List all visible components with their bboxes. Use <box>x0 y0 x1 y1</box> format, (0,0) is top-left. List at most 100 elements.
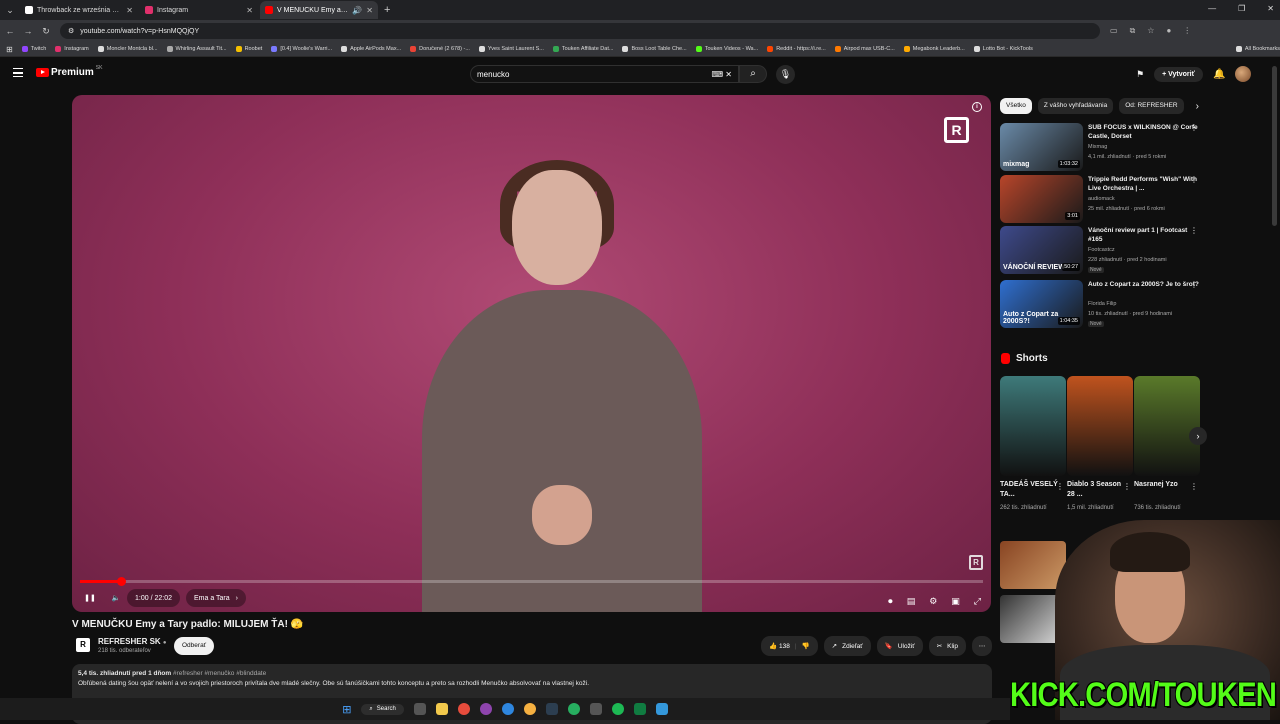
short-title[interactable]: Diablo 3 Season 28 ... <box>1067 480 1127 500</box>
fullscreen-icon[interactable]: ⤢ <box>974 596 981 607</box>
channel-name[interactable]: REFRESHER SK ● <box>98 637 167 646</box>
search-icon[interactable]: ⌕ <box>739 65 767 83</box>
keyboard-icon[interactable]: ⌨ <box>712 70 724 79</box>
more-options-icon[interactable]: ⋮ <box>1190 226 1198 235</box>
tab-search-icon[interactable]: ⌄ <box>2 5 18 16</box>
app-icon[interactable] <box>589 703 602 715</box>
reload-icon[interactable]: ↻ <box>38 26 54 37</box>
chip-from-search[interactable]: Z vášho vyhľadávania <box>1037 98 1114 114</box>
browser-tab-active[interactable]: V MENUČKU Emy a Tary pa 🔊 ✕ <box>260 1 378 19</box>
channel-name[interactable]: Footcastcz <box>1088 247 1115 253</box>
autoplay-toggle-icon[interactable]: ⏺ <box>888 596 893 607</box>
bookmark-item[interactable]: All Bookmarks <box>1235 46 1280 52</box>
share-button[interactable]: ↗ Zdieľať <box>823 636 871 656</box>
thumbs-down-icon[interactable]: 👎 <box>802 642 810 650</box>
clear-search-icon[interactable]: ✕ <box>725 70 732 79</box>
short-thumbnail[interactable] <box>1000 376 1066 476</box>
more-options-icon[interactable]: ⋮ <box>1190 175 1198 184</box>
app-icon[interactable] <box>457 703 470 715</box>
search-input[interactable]: menucko ⌨ ✕ <box>470 65 739 83</box>
video-thumbnail[interactable]: mixmag 1:03:32 <box>1000 123 1083 171</box>
more-options-icon[interactable]: ⋮ <box>1190 123 1198 132</box>
subtitles-icon[interactable]: ▤ <box>907 596 916 607</box>
video-thumbnail[interactable]: Auto z Copart za 2000S?! 1:04:35 <box>1000 280 1083 328</box>
miniplayer-icon[interactable]: ▣ <box>951 596 960 607</box>
bookmark-item[interactable]: Reddit - https://i.re... <box>767 46 826 52</box>
volume-icon[interactable]: 🔈 <box>105 589 127 607</box>
bookmark-item[interactable]: Doručené (2 678) -... <box>410 46 470 52</box>
hashtags[interactable]: #refresher #menučko #blinddate <box>173 670 266 677</box>
close-window-icon[interactable]: ✕ <box>1267 4 1274 13</box>
short-thumbnail[interactable] <box>1134 376 1200 476</box>
recommended-video[interactable]: mixmag 1:03:32 SUB FOCUS x WILKINSON @ Cor… <box>1000 123 1210 171</box>
address-bar[interactable]: ⚙ youtube.com/watch?v=p-HsnMQQjQY <box>60 23 1100 39</box>
video-title[interactable]: SUB FOCUS x WILKINSON @ Corfe Castle, Do… <box>1088 123 1200 141</box>
recommended-video[interactable]: Auto z Copart za 2000S?! 1:04:35 Auto z Co… <box>1000 280 1210 328</box>
video-thumbnail[interactable]: 3:01 <box>1000 175 1083 223</box>
channel-watermark-icon[interactable]: R <box>969 555 983 570</box>
recommended-video[interactable]: VÁNOČNÍ REVIEW 50:27 Vánoční review part 1… <box>1000 226 1210 274</box>
create-button[interactable]: + Vytvoriť <box>1154 66 1203 82</box>
info-icon[interactable]: i <box>972 102 982 112</box>
menu-dots-icon[interactable]: ⋮ <box>1183 26 1191 36</box>
close-icon[interactable]: ✕ <box>246 6 253 15</box>
browser-tab[interactable]: Instagram ✕ <box>140 1 258 19</box>
subscribe-button[interactable]: Odberať <box>174 637 215 655</box>
more-options-icon[interactable]: ⋮ <box>1190 280 1198 289</box>
recommended-video[interactable]: 3:01 Trippie Redd Performs "Wish" With Li… <box>1000 175 1210 223</box>
video-player[interactable]: i R R ❚❚ 🔈 1:00 / 22:02 Ema a Tara › ⏺ ▤… <box>72 95 991 612</box>
notifications-bell-icon[interactable]: 🔔 <box>1213 69 1225 80</box>
bookmark-item[interactable]: Yves Saint Laurent S... <box>478 46 544 52</box>
more-options-icon[interactable]: ⋮ <box>1056 482 1064 491</box>
page-scrollbar[interactable] <box>1272 66 1277 226</box>
video-title[interactable]: Auto z Copart za 2000S? Je to šrot? <box>1088 280 1200 289</box>
close-icon[interactable]: ✕ <box>126 6 133 15</box>
extensions-icon[interactable]: ⧉ <box>1130 26 1136 36</box>
bookmark-item[interactable]: Airpod max USB-C... <box>834 46 895 52</box>
like-button[interactable]: 👍 138 <box>769 642 790 650</box>
more-options-icon[interactable]: ⋮ <box>1190 482 1198 491</box>
bookmark-item[interactable]: Touken Affiliate Dat... <box>552 46 613 52</box>
more-options-icon[interactable]: ⋮ <box>1123 482 1131 491</box>
more-actions-icon[interactable]: ⋯ <box>972 636 992 656</box>
bookmark-item[interactable]: Touken Videos - Wa... <box>695 46 758 52</box>
chevron-right-icon[interactable]: › <box>1196 101 1199 112</box>
site-info-icon[interactable]: ⚙ <box>68 27 74 35</box>
apps-icon[interactable]: ⊞ <box>6 45 13 54</box>
profile-icon[interactable]: ● <box>1166 26 1171 36</box>
channel-name[interactable]: Florida Filip <box>1088 301 1116 307</box>
shorts-next-icon[interactable]: › <box>1189 427 1207 445</box>
save-button[interactable]: 🔖 Uložiť <box>876 636 923 656</box>
bookmark-item[interactable]: Megabonk Leaderb... <box>903 46 965 52</box>
settings-gear-icon[interactable]: ⚙ <box>929 596 937 607</box>
bookmark-star-icon[interactable]: ☆ <box>1147 26 1154 36</box>
clip-button[interactable]: ✂ Klip <box>928 636 966 656</box>
video-title[interactable]: Vánoční review part 1 | Footcast #165 <box>1088 226 1200 244</box>
minimize-icon[interactable]: — <box>1208 4 1216 13</box>
short-title[interactable]: TADEÁŠ VESELÝ TA... <box>1000 480 1060 500</box>
discord-icon[interactable] <box>479 703 492 715</box>
video-thumbnail[interactable]: VÁNOČNÍ REVIEW 50:27 <box>1000 226 1083 274</box>
bookmark-item[interactable]: Roobet <box>235 46 262 52</box>
pause-icon[interactable]: ❚❚ <box>75 589 105 607</box>
bookmark-item[interactable]: Moncler Montcla bl... <box>97 46 158 52</box>
chrome-icon[interactable] <box>523 703 536 715</box>
bookmark-item[interactable]: [0.4] Woolie's Warri... <box>271 46 332 52</box>
steam-icon[interactable] <box>545 703 558 715</box>
app-icon[interactable] <box>567 703 580 715</box>
taskbar-search[interactable]: ⌕ Search <box>361 703 404 715</box>
bookmark-item[interactable]: Instagram <box>55 46 89 52</box>
video-title[interactable]: Trippie Redd Performs "Wish" With Live O… <box>1088 175 1200 193</box>
cast-icon[interactable]: ⚑ <box>1136 69 1144 80</box>
bookmark-item[interactable]: Whirling Assault Tit... <box>166 46 227 52</box>
file-explorer-icon[interactable] <box>435 703 448 715</box>
app-icon[interactable] <box>655 703 668 715</box>
close-icon[interactable]: ✕ <box>366 6 373 15</box>
bookmark-item[interactable]: Twitch <box>21 46 46 52</box>
cast-icon[interactable]: ▭ <box>1110 26 1118 36</box>
bookmark-item[interactable]: Boss Loot Table Che... <box>622 46 687 52</box>
microphone-icon[interactable]: 🎙 <box>776 65 795 84</box>
bookmark-item[interactable]: Apple AirPods Max... <box>341 46 401 52</box>
progress-bar[interactable] <box>80 577 983 586</box>
speaker-icon[interactable]: 🔊 <box>352 6 362 15</box>
